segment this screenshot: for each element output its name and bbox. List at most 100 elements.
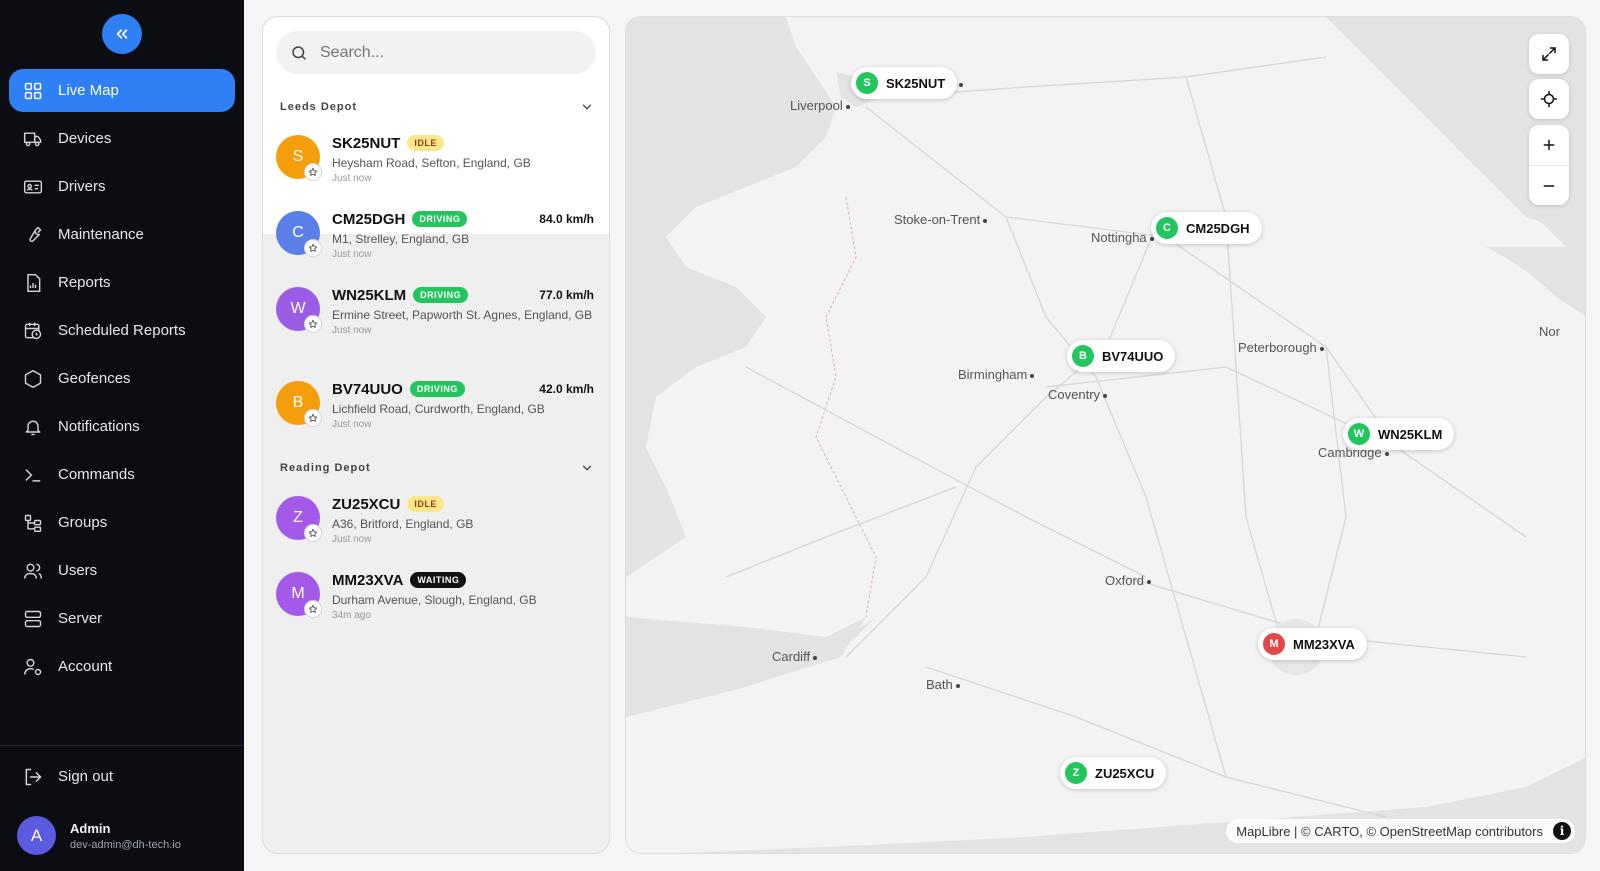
sidebar-item-scheduled-reports[interactable]: Scheduled Reports [9, 309, 235, 352]
city-label: Bath [926, 677, 960, 692]
group-header-reading[interactable]: Reading Depot [280, 461, 594, 475]
device-time: Just now [332, 249, 372, 260]
group-title: Reading Depot [280, 462, 371, 474]
vehicle-marker[interactable]: W WN25KLM [1343, 418, 1455, 450]
sidebar-item-drivers[interactable]: Drivers [9, 165, 235, 208]
sidebar-item-commands[interactable]: Commands [9, 453, 235, 496]
live-map[interactable]: ster Liverpool Stoke-on-Trent Nottingha … [625, 16, 1586, 854]
sidebar-item-notifications[interactable]: Notifications [9, 405, 235, 448]
avatar: A [17, 816, 56, 855]
device-plate: MM23XVA [332, 571, 404, 589]
group-header-leeds[interactable]: Leeds Depot [280, 100, 594, 114]
city-label: Nottingha [1091, 230, 1154, 245]
device-speed: 42.0 km/h [539, 382, 594, 396]
chevron-down-icon [582, 104, 592, 110]
calendar-clock-icon [22, 320, 44, 342]
device-time: Just now [332, 325, 372, 336]
sidebar-item-label: Notifications [58, 418, 140, 435]
zoom-out-button[interactable] [1529, 165, 1569, 205]
device-speed: 77.0 km/h [539, 288, 594, 302]
minus-icon [1543, 184, 1555, 187]
user-gear-icon [22, 656, 44, 678]
device-list-panel: Leeds Depot S SK25NUT IDLE Heysham Road,… [262, 16, 610, 854]
fullscreen-button[interactable] [1529, 34, 1569, 74]
device-address: M1, Strelley, England, GB [332, 232, 470, 246]
device-info: BV74UUO DRIVING 42.0 km/h Lichfield Road… [332, 379, 594, 431]
marker-label: MM23XVA [1293, 636, 1355, 652]
sidebar-item-groups[interactable]: Groups [9, 501, 235, 544]
favorite-star-icon[interactable] [304, 163, 322, 181]
user-profile[interactable]: A Admin dev-admin@dh-tech.io [17, 816, 181, 855]
device-info: MM23XVA WAITING Durham Avenue, Slough, E… [332, 570, 594, 622]
info-icon[interactable]: i [1553, 822, 1571, 840]
favorite-star-icon[interactable] [304, 315, 322, 333]
city-label: Liverpool [790, 98, 850, 113]
id-card-icon [22, 176, 44, 198]
zoom-in-button[interactable] [1529, 125, 1569, 165]
sidebar-item-account[interactable]: Account [9, 645, 235, 688]
locate-button[interactable] [1529, 79, 1569, 119]
device-time: Just now [332, 173, 372, 184]
status-badge: IDLE [407, 496, 444, 512]
marker-initial: M [1263, 633, 1285, 655]
city-label: Cardiff [772, 649, 818, 664]
marker-initial: W [1348, 423, 1370, 445]
grid-icon [22, 80, 44, 102]
wrench-icon [22, 224, 44, 246]
marker-label: BV74UUO [1102, 348, 1164, 364]
user-name: Admin [70, 820, 111, 836]
vehicle-marker[interactable]: Z ZU25XCU [1060, 757, 1167, 789]
search-icon [292, 45, 306, 60]
device-plate: ZU25XCU [332, 495, 401, 513]
device-address: Durham Avenue, Slough, England, GB [332, 593, 537, 607]
hierarchy-icon [22, 512, 44, 534]
favorite-star-icon[interactable] [304, 409, 322, 427]
favorite-star-icon[interactable] [304, 239, 322, 257]
sign-out-label: Sign out [58, 768, 114, 785]
sidebar-item-label: Scheduled Reports [58, 322, 186, 339]
vehicle-marker[interactable]: B BV74UUO [1067, 340, 1176, 372]
search-bar[interactable] [276, 31, 596, 74]
sign-out-button[interactable]: Sign out [9, 755, 235, 798]
crosshair-icon [1540, 90, 1558, 108]
vehicle-marker[interactable]: M MM23XVA [1258, 628, 1367, 660]
device-plate: SK25NUT [332, 134, 401, 152]
vehicle-marker[interactable]: S SK25NUT [851, 67, 958, 99]
search-input[interactable] [320, 43, 570, 62]
sidebar-item-label: Maintenance [58, 226, 144, 243]
sidebar-item-live-map[interactable]: Live Map [9, 69, 235, 112]
users-icon [22, 560, 44, 582]
sidebar-nav: Live Map Devices Drivers Maintenance Rep… [9, 69, 235, 693]
sidebar-item-geofences[interactable]: Geofences [9, 357, 235, 400]
sidebar-item-maintenance[interactable]: Maintenance [9, 213, 235, 256]
device-address: Heysham Road, Sefton, England, GB [332, 156, 531, 170]
sidebar-divider [0, 745, 244, 746]
status-badge: IDLE [407, 135, 444, 151]
favorite-star-icon[interactable] [304, 600, 322, 618]
plus-icon [1543, 139, 1555, 151]
expand-icon [1542, 47, 1556, 61]
device-speed: 84.0 km/h [539, 212, 594, 226]
sidebar-item-devices[interactable]: Devices [9, 117, 235, 160]
sidebar-item-reports[interactable]: Reports [9, 261, 235, 304]
device-plate: BV74UUO [332, 380, 403, 398]
sidebar-item-server[interactable]: Server [9, 597, 235, 640]
device-address: Ermine Street, Papworth St. Agnes, Engla… [332, 308, 593, 322]
logout-icon [22, 766, 44, 788]
sidebar-item-users[interactable]: Users [9, 549, 235, 592]
zoom-control [1529, 125, 1569, 205]
marker-label: WN25KLM [1378, 426, 1443, 442]
collapse-sidebar-button[interactable] [102, 14, 142, 54]
sidebar-item-label: Account [58, 658, 113, 675]
server-icon [22, 608, 44, 630]
favorite-star-icon[interactable] [304, 524, 322, 542]
attribution-text: MapLibre | © CARTO, © OpenStreetMap cont… [1236, 823, 1543, 839]
sidebar-item-label: Reports [58, 274, 111, 291]
device-info: ZU25XCU IDLE A36, Britford, England, GB … [332, 494, 594, 546]
city-label: Coventry [1048, 387, 1108, 402]
vehicle-marker[interactable]: C CM25DGH [1151, 212, 1262, 244]
sidebar-item-label: Drivers [58, 178, 106, 195]
device-time: Just now [332, 419, 372, 430]
sidebar-item-label: Devices [58, 130, 112, 147]
report-icon [22, 272, 44, 294]
